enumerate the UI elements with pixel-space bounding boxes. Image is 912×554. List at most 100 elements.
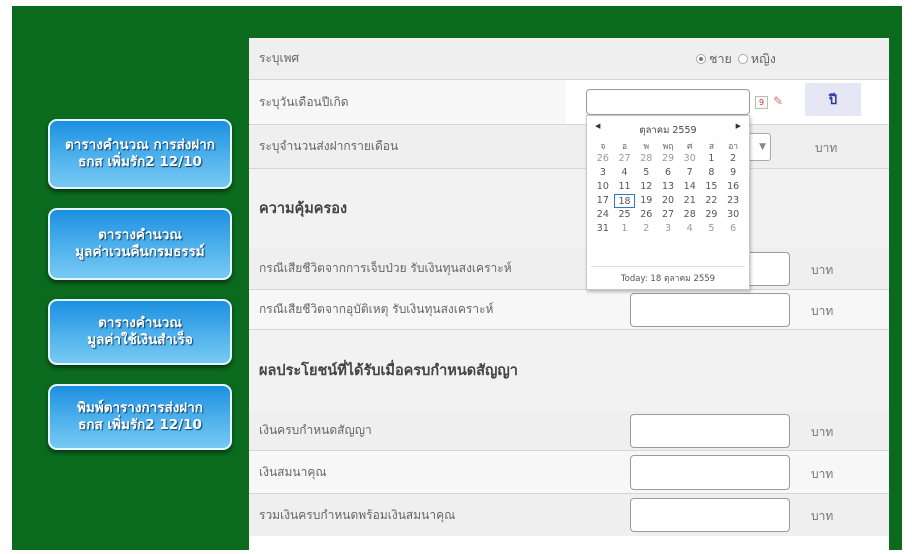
sidebar-button-surrender-value[interactable]: ตารางคำนวณ มูลค่าเวนคืนกรมธรรม์ — [48, 208, 232, 280]
accident-death-row: กรณีเสียชีวิตจากอุบัติเหตุ รับเงินทุนสงเ… — [249, 290, 889, 330]
accident-death-input[interactable] — [630, 293, 790, 327]
illness-unit-label: บาท — [811, 263, 834, 277]
day-cell[interactable]: 12 — [635, 180, 657, 194]
illness-death-row: กรณีเสียชีวิตจากการเจ็บป่วย รับเงินทุนสง… — [249, 248, 889, 290]
day-cell[interactable]: 27 — [614, 152, 636, 166]
gender-cell: ชาย หญิง — [566, 38, 889, 79]
day-cell[interactable]: 17 — [592, 194, 614, 208]
day-cell[interactable]: 16 — [722, 180, 744, 194]
section-benefit-heading: ผลประโยชน์ที่ได้รับเมื่อครบกำหนดสัญญา — [249, 330, 889, 411]
sidebar-button-deposit-table[interactable]: ตารางคำนวณ การส่งฝาก ธกส เพิ่มรัก2 12/10 — [48, 119, 232, 189]
accident-death-label: กรณีเสียชีวิตจากอุบัติเหตุ รับเงินทุนสงเ… — [249, 290, 566, 329]
gender-female-radio[interactable] — [737, 54, 748, 64]
day-cell[interactable]: 28 — [635, 152, 657, 166]
day-cell[interactable]: 1 — [614, 222, 636, 236]
day-cell[interactable]: 5 — [701, 222, 723, 236]
day-cell[interactable]: 3 — [657, 222, 679, 236]
day-cell[interactable]: 24 — [592, 208, 614, 222]
day-cell[interactable]: 26 — [635, 208, 657, 222]
day-cell[interactable]: 13 — [657, 180, 679, 194]
date-picker-header: ◀ ตุลาคม 2559 ▶ — [587, 122, 749, 136]
monthly-deposit-row: ระบุจำนวนส่งฝากรายเดือน ▼ บาท — [249, 125, 889, 169]
total-label: รวมเงินครบกำหนดพร้อมเงินสมนาคุณ — [249, 494, 566, 536]
weekday-label: พฤ — [662, 142, 674, 152]
birthdate-label: ระบุวันเดือนปีเกิด — [249, 80, 566, 124]
gratuity-label: เงินสมนาคุณ — [249, 451, 566, 493]
sidebar: ตารางคำนวณ การส่งฝาก ธกส เพิ่มรัก2 12/10… — [48, 119, 232, 469]
total-unit-label: บาท — [811, 509, 834, 523]
sidebar-button-paid-up-value[interactable]: ตารางคำนวณ มูลค่าใช้เงินสำเร็จ — [48, 299, 232, 365]
gender-label: ระบุเพศ — [249, 38, 566, 79]
weekday-label: อ — [622, 142, 628, 152]
gender-male-label: ชาย — [709, 51, 732, 66]
maturity-row: เงินครบกำหนดสัญญา บาท — [249, 411, 889, 451]
total-row: รวมเงินครบกำหนดพร้อมเงินสมนาคุณ บาท — [249, 494, 889, 536]
weekday-label: ศ — [687, 142, 693, 152]
birthdate-row: ระบุวันเดือนปีเกิด 9 ✎ — [249, 80, 889, 125]
calculator-form: ระบุเพศ ชาย หญิง ระบุวันเดือนปีเกิด 9 ✎ … — [249, 38, 889, 550]
day-cell[interactable]: 29 — [657, 152, 679, 166]
day-cell[interactable]: 9 — [722, 166, 744, 180]
day-cell[interactable]: 29 — [701, 208, 723, 222]
day-cell[interactable]: 6 — [657, 166, 679, 180]
day-cell[interactable]: 28 — [679, 208, 701, 222]
total-input[interactable] — [630, 498, 790, 532]
day-cell[interactable]: 3 — [592, 166, 614, 180]
day-cell[interactable]: 27 — [657, 208, 679, 222]
day-cell[interactable]: 11 — [614, 180, 636, 194]
day-cell[interactable]: 10 — [592, 180, 614, 194]
date-picker-popup: ◀ ตุลาคม 2559 ▶ จอพพฤศสอา 26 27 28 29 30 1 2 3 4… — [586, 115, 750, 290]
day-cell[interactable]: 4 — [614, 166, 636, 180]
sidebar-button-print-deposit-table[interactable]: พิมพ์ตารางการส่งฝาก ธกส เพิ่มรัก2 12/10 — [48, 384, 232, 450]
date-picker-today[interactable]: Today: 18 ตุลาคม 2559 — [591, 266, 745, 285]
maturity-input[interactable] — [630, 414, 790, 448]
weekday-label: พ — [643, 142, 650, 152]
weekday-label: อา — [728, 142, 739, 152]
weekday-label: ส — [708, 142, 715, 152]
day-cell[interactable]: 30 — [679, 152, 701, 166]
date-picker-weekdays: จ อ พ พฤ ศ ส อา — [592, 139, 744, 153]
gender-radio-group: ชาย หญิง — [693, 49, 776, 69]
day-cell[interactable]: 30 — [722, 208, 744, 222]
gratuity-input[interactable] — [630, 455, 790, 490]
year-button[interactable]: ปี — [805, 83, 861, 116]
day-cell[interactable]: 6 — [722, 222, 744, 236]
maturity-unit-label: บาท — [811, 425, 834, 439]
date-picker-days: 26 27 28 29 30 1 2 3 4 5 6 7 8 9 10 11 12 13 14 15 16 17 18 19 2… — [592, 152, 744, 236]
day-cell[interactable]: 15 — [701, 180, 723, 194]
maturity-label: เงินครบกำหนดสัญญา — [249, 411, 566, 450]
day-cell[interactable]: 31 — [592, 222, 614, 236]
day-cell[interactable]: 8 — [701, 166, 723, 180]
calendar-icon[interactable]: 9 — [755, 96, 768, 109]
day-cell[interactable]: 5 — [635, 166, 657, 180]
day-cell[interactable]: 19 — [635, 194, 657, 208]
gender-female-label: หญิง — [750, 51, 776, 66]
day-cell[interactable]: 2 — [635, 222, 657, 236]
day-cell[interactable]: 20 — [657, 194, 679, 208]
birthdate-input[interactable] — [586, 89, 750, 115]
monthly-unit-label: บาท — [815, 141, 838, 155]
weekday-label: จ — [600, 142, 606, 152]
day-cell[interactable]: 21 — [679, 194, 701, 208]
day-cell[interactable]: 7 — [679, 166, 701, 180]
gratuity-unit-label: บาท — [811, 467, 834, 481]
next-month-icon[interactable]: ▶ — [736, 122, 741, 130]
accident-unit-label: บาท — [811, 304, 834, 318]
day-cell[interactable]: 26 — [592, 152, 614, 166]
gender-row: ระบุเพศ ชาย หญิง — [249, 38, 889, 80]
monthly-deposit-label: ระบุจำนวนส่งฝากรายเดือน — [249, 125, 566, 168]
date-picker-month-title: ตุลาคม 2559 — [639, 125, 697, 136]
section-protection-heading: ความคุ้มครอง — [249, 169, 889, 248]
day-cell[interactable]: 23 — [722, 194, 744, 208]
gratuity-row: เงินสมนาคุณ บาท — [249, 451, 889, 494]
day-cell[interactable]: 25 — [614, 208, 636, 222]
day-cell[interactable]: 4 — [679, 222, 701, 236]
illness-death-label: กรณีเสียชีวิตจากการเจ็บป่วย รับเงินทุนสง… — [249, 248, 566, 289]
day-cell[interactable]: 22 — [701, 194, 723, 208]
clear-pencil-icon[interactable]: ✎ — [773, 94, 783, 108]
day-cell[interactable]: 14 — [679, 180, 701, 194]
day-cell[interactable]: 18 — [613, 194, 636, 208]
gender-male-radio[interactable] — [696, 54, 706, 64]
day-cell[interactable]: 1 — [701, 152, 723, 166]
day-cell[interactable]: 2 — [722, 152, 744, 166]
